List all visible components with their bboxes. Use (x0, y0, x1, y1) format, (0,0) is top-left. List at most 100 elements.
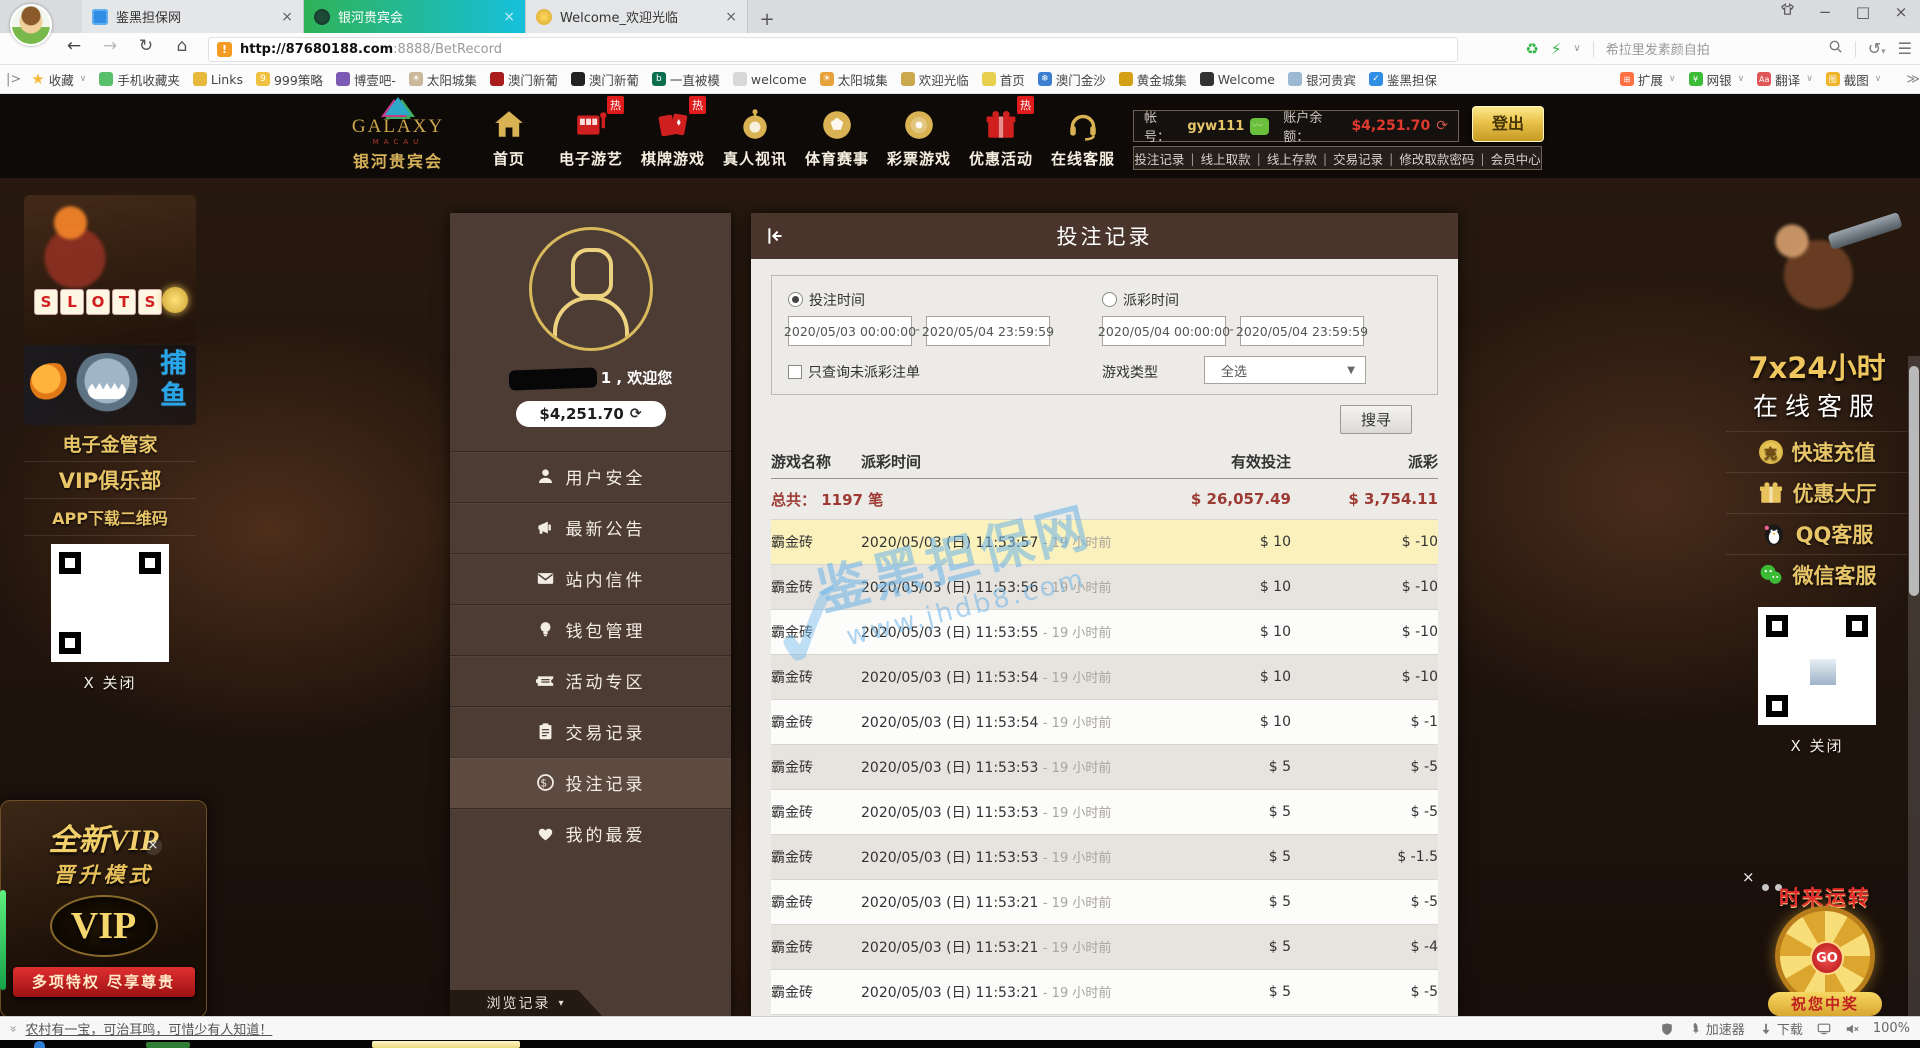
menu-item-用户安全[interactable]: 用户安全 (450, 451, 731, 502)
bookmark-tool-item[interactable]: 图截图∨ (1826, 70, 1882, 89)
bet-time-radio[interactable] (788, 292, 803, 307)
refresh-balance-icon[interactable]: ⟳ (1436, 118, 1448, 134)
bookmark-item[interactable]: 9999策略 (256, 70, 323, 89)
bet-from-input[interactable]: 2020/05/03 00:00:00 (788, 316, 912, 346)
maximize-button[interactable]: □ (1854, 3, 1872, 21)
minimize-button[interactable]: − (1816, 3, 1834, 21)
menu-item-站内信件[interactable]: 站内信件 (450, 553, 731, 604)
logout-button[interactable]: 登出 (1472, 106, 1544, 142)
bookmark-item[interactable]: ☀太阳城集 (409, 70, 477, 89)
right-promo-快速充值[interactable]: 充快速充值 (1726, 431, 1908, 472)
bookmark-item[interactable]: ✓鉴黑担保 (1369, 70, 1437, 89)
expand-icon[interactable]: » (7, 1025, 21, 1032)
boost-icon[interactable]: ⚡ (1551, 40, 1562, 58)
record-row[interactable]: 霸金砖 2020/05/03 (日) 11:53:57 - 19 小时前 $ 1… (771, 520, 1438, 565)
bookmark-item[interactable]: ☀太阳城集 (820, 70, 888, 89)
account-link[interactable]: 会员中心 (1491, 149, 1541, 168)
account-link[interactable]: 投注记录 (1134, 149, 1184, 168)
vip-banner-close-icon[interactable]: × (144, 837, 162, 855)
nav-item-体育赛事[interactable]: 体育赛事 (796, 100, 878, 169)
right-promo-微信客服[interactable]: 微信客服 (1726, 554, 1908, 595)
nav-item-首页[interactable]: 首页 (468, 100, 550, 169)
bookmarks-overflow-icon[interactable]: ≫ (1906, 72, 1920, 87)
reload-button[interactable]: ↻ (134, 36, 158, 56)
browser-tab[interactable]: Welcome_欢迎光临× (526, 0, 748, 33)
menu-item-交易记录[interactable]: 交易记录 (450, 706, 731, 757)
unsettled-checkbox[interactable] (788, 365, 802, 379)
lucky-wheel-banner[interactable]: × 时来运转 GO 祝您中奖 (1740, 868, 1910, 1016)
bookmark-item[interactable]: Links (193, 72, 243, 87)
bookmark-item[interactable]: b一直被模 (652, 70, 720, 89)
accelerator-button[interactable]: 加速器 (1688, 1019, 1745, 1038)
e-wallet-butler-button[interactable]: 电子金管家 (24, 425, 196, 462)
browser-tab[interactable]: 鉴黑担保网× (82, 0, 304, 33)
record-row[interactable]: 霸金砖 2020/05/03 (日) 11:53:53 - 19 小时前 $ 5… (771, 745, 1438, 790)
site-logo[interactable]: GALAXY MACAU 银河贵宾会 (348, 97, 448, 172)
zoom-level[interactable]: 100% (1873, 1021, 1910, 1036)
bookmark-item[interactable]: 手机收藏夹 (99, 70, 180, 89)
tab-close-icon[interactable]: × (725, 9, 737, 25)
menu-icon[interactable]: ☰ (1898, 39, 1912, 58)
slots-banner[interactable]: SLOTS (24, 195, 196, 343)
bookmarks-collapse-icon[interactable]: |> (6, 72, 21, 87)
fishing-banner[interactable]: 捕鱼 (24, 345, 196, 425)
record-row[interactable]: 霸金砖 2020/05/03 (日) 11:53:54 - 19 小时前 $ 1… (771, 655, 1438, 700)
message-icon[interactable] (1250, 118, 1269, 135)
bet-to-input[interactable]: 2020/05/04 23:59:59 (926, 316, 1050, 346)
bookmark-tool-item[interactable]: ⊞扩展∨ (1620, 70, 1676, 89)
account-link[interactable]: 交易记录 (1333, 149, 1383, 168)
scrollbar-thumb[interactable] (1909, 366, 1919, 596)
close-button[interactable]: × (1892, 3, 1910, 21)
search-input[interactable]: 希拉里发素颜自拍 (1606, 39, 1816, 58)
bookmark-item[interactable]: 黄金城集 (1119, 70, 1187, 89)
nav-item-真人视讯[interactable]: 真人视讯 (714, 100, 796, 169)
nav-item-棋牌游戏[interactable]: 热 棋牌游戏 (632, 100, 714, 169)
address-bar[interactable]: ! http://87680188.com:8888/BetRecord (208, 37, 1458, 62)
account-link[interactable]: 线上存款 (1267, 149, 1317, 168)
game-type-select[interactable]: 全选▼ (1204, 356, 1366, 384)
scrollbar-track[interactable] (1908, 356, 1920, 1016)
bookmark-item[interactable]: 澳门新葡 (490, 70, 558, 89)
payout-time-radio[interactable] (1102, 292, 1117, 307)
refresh-icon[interactable]: ⟳ (630, 406, 642, 422)
mute-icon[interactable] (1845, 1022, 1859, 1036)
menu-item-最新公告[interactable]: 最新公告 (450, 502, 731, 553)
bookmark-item[interactable]: welcome (733, 72, 807, 87)
monitor-icon[interactable] (1817, 1022, 1831, 1036)
skin-icon[interactable] (1778, 2, 1796, 21)
site-warning-icon[interactable]: ! (217, 42, 232, 57)
record-row[interactable]: 霸金砖 2020/05/03 (日) 11:53:56 - 19 小时前 $ 1… (771, 565, 1438, 610)
undo-icon[interactable]: ↺▾ (1868, 39, 1886, 58)
nav-item-彩票游戏[interactable]: 彩票游戏 (878, 100, 960, 169)
bookmark-item[interactable]: 银河贵宾 (1288, 70, 1356, 89)
tab-close-icon[interactable]: × (503, 9, 515, 25)
browse-history-tab[interactable]: 浏览记录▾ (450, 990, 602, 1016)
bookmark-item[interactable]: 欢迎光临 (901, 70, 969, 89)
menu-item-活动专区[interactable]: 活动专区 (450, 655, 731, 706)
home-button[interactable]: ⌂ (170, 36, 194, 56)
bookmark-item[interactable]: 首页 (982, 70, 1025, 89)
bookmark-item[interactable]: 博壹吧- (336, 70, 396, 89)
record-row[interactable]: 霸金砖 2020/05/03 (日) 11:53:53 - 19 小时前 $ 5… (771, 790, 1438, 835)
shield-icon[interactable] (1660, 1022, 1674, 1036)
right-promo-close-button[interactable]: X 关闭 (1726, 735, 1908, 756)
browser-profile-avatar[interactable] (10, 4, 52, 46)
bookmark-item[interactable]: 澳门新葡 (571, 70, 639, 89)
bookmark-tool-item[interactable]: ¥网银∨ (1689, 70, 1745, 89)
forward-button[interactable]: → (98, 36, 122, 56)
record-row[interactable]: 霸金砖 2020/05/03 (日) 11:53:55 - 19 小时前 $ 1… (771, 610, 1438, 655)
download-button[interactable]: 下载 (1759, 1019, 1803, 1038)
search-icon[interactable] (1828, 39, 1843, 58)
nav-item-电子游艺[interactable]: 热 电子游艺 (550, 100, 632, 169)
record-row[interactable]: 霸金砖 2020/05/03 (日) 11:53:21 - 19 小时前 $ 5… (771, 970, 1438, 1015)
nav-item-在线客服[interactable]: 在线客服 (1042, 100, 1124, 169)
wheel-go-button[interactable]: GO (1810, 941, 1844, 975)
bookmark-item[interactable]: ❄澳门金沙 (1038, 70, 1106, 89)
record-row[interactable]: 霸金砖 2020/05/03 (日) 11:53:54 - 19 小时前 $ 1… (771, 700, 1438, 745)
left-promo-close-button[interactable]: X 关闭 (24, 672, 196, 693)
bookmark-item[interactable]: Welcome (1200, 72, 1275, 87)
tab-close-icon[interactable]: × (281, 9, 293, 25)
payout-from-input[interactable]: 2020/05/04 00:00:00 (1102, 316, 1226, 346)
chevron-down-icon[interactable]: ∨ (1573, 43, 1580, 54)
menu-item-投注记录[interactable]: $ 投注记录 (450, 757, 731, 808)
